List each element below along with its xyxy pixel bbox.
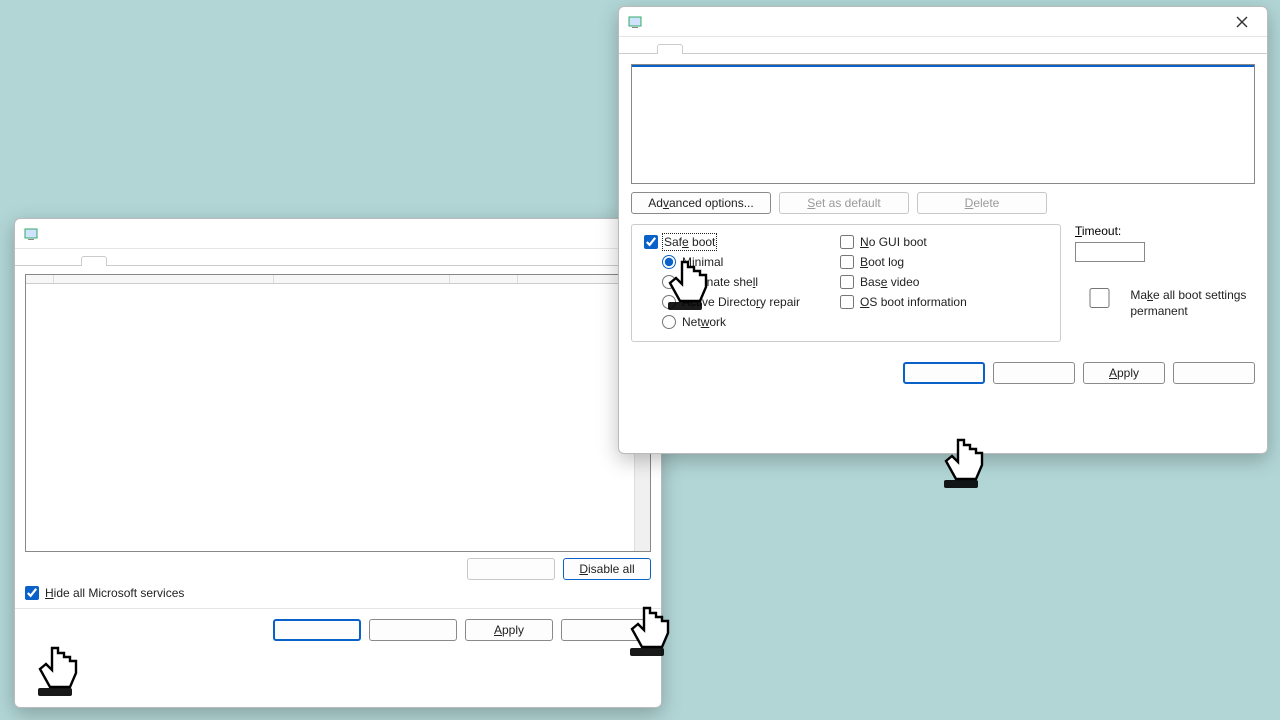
- tab-tools[interactable]: [741, 44, 767, 54]
- col-service[interactable]: [54, 275, 274, 283]
- col-date-disabled[interactable]: [518, 275, 628, 283]
- titlebar: [15, 219, 661, 249]
- ad-repair-radio[interactable]: Active Directory repair: [662, 295, 800, 309]
- tab-boot[interactable]: [657, 44, 683, 54]
- os-boot-info-checkbox[interactable]: OS boot information: [840, 295, 967, 309]
- os-listbox[interactable]: [631, 64, 1255, 184]
- tab-general[interactable]: [629, 44, 655, 54]
- tab-startup[interactable]: [713, 44, 739, 54]
- timeout-label: Timeout:: [1075, 224, 1255, 238]
- close-icon[interactable]: [1225, 11, 1259, 33]
- tab-services[interactable]: [81, 256, 107, 266]
- make-permanent-checkbox[interactable]: Make all boot settings permanent: [1075, 288, 1255, 319]
- col-status[interactable]: [450, 275, 518, 283]
- advanced-options-button[interactable]: Advanced options...: [631, 192, 771, 214]
- hide-microsoft-input[interactable]: [25, 586, 39, 600]
- tab-general[interactable]: [25, 256, 51, 266]
- apply-button[interactable]: Apply: [1083, 362, 1165, 384]
- col-manufacturer[interactable]: [274, 275, 450, 283]
- tab-tools[interactable]: [137, 256, 163, 266]
- no-gui-boot-checkbox[interactable]: No GUI boot: [840, 235, 967, 249]
- disable-all-button[interactable]: Disable all: [563, 558, 651, 580]
- base-video-checkbox[interactable]: Base video: [840, 275, 967, 289]
- services-window: Disable all Hide all Microsoft services …: [14, 218, 662, 708]
- boot-log-checkbox[interactable]: Boot log: [840, 255, 967, 269]
- msconfig-icon: [23, 226, 39, 242]
- enable-all-button: [467, 558, 555, 580]
- help-button[interactable]: [561, 619, 649, 641]
- set-default-button: Set as default: [779, 192, 909, 214]
- hide-microsoft-checkbox[interactable]: Hide all Microsoft services: [25, 586, 651, 600]
- delete-button: Delete: [917, 192, 1047, 214]
- titlebar: [619, 7, 1267, 37]
- alternate-shell-radio[interactable]: Alternate shell: [662, 275, 800, 289]
- timeout-input[interactable]: [1075, 242, 1145, 262]
- apply-button[interactable]: Apply: [465, 619, 553, 641]
- tab-startup[interactable]: [109, 256, 135, 266]
- os-entry[interactable]: [632, 65, 1254, 67]
- network-radio[interactable]: Network: [662, 315, 800, 329]
- cancel-button[interactable]: [993, 362, 1075, 384]
- minimal-radio[interactable]: Minimal: [662, 255, 800, 269]
- ok-button[interactable]: [903, 362, 985, 384]
- help-button[interactable]: [1173, 362, 1255, 384]
- tabstrip: [619, 37, 1267, 54]
- tab-boot[interactable]: [53, 256, 79, 266]
- msconfig-icon: [627, 14, 643, 30]
- tabstrip: [15, 249, 661, 266]
- grid-header: [26, 275, 650, 284]
- tab-services[interactable]: [685, 44, 711, 54]
- services-grid[interactable]: [25, 274, 651, 552]
- boot-window: Advanced options... Set as default Delet…: [618, 6, 1268, 454]
- ok-button[interactable]: [273, 619, 361, 641]
- safe-boot-checkbox[interactable]: Safe boot: [644, 235, 800, 249]
- cancel-button[interactable]: [369, 619, 457, 641]
